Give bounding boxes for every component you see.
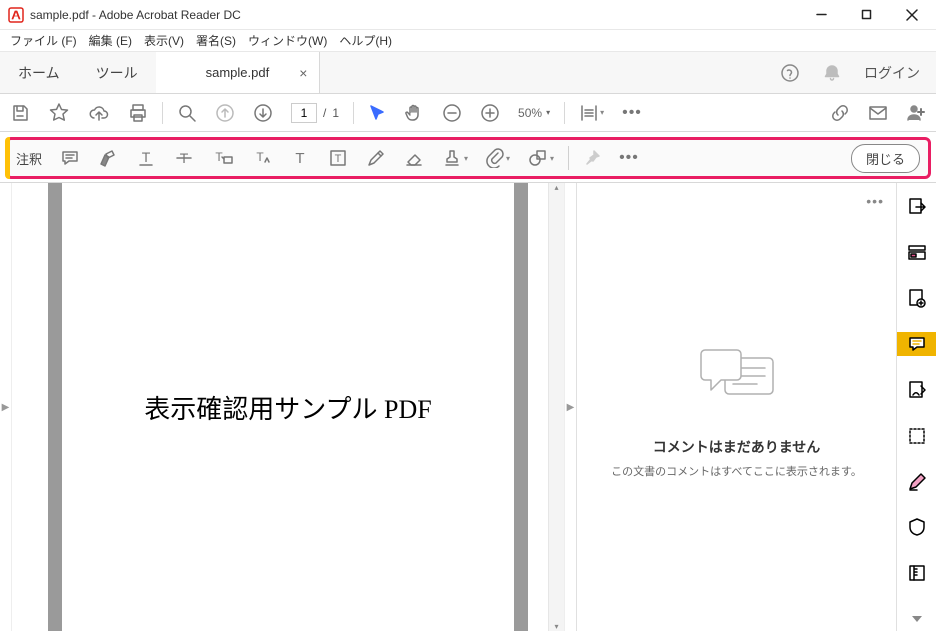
- vertical-scrollbar[interactable]: [548, 183, 564, 631]
- rail-expand-chevron-icon[interactable]: [897, 607, 936, 631]
- right-panel-toggle[interactable]: ▶: [564, 183, 576, 631]
- zoom-out-icon[interactable]: [442, 103, 462, 123]
- rail-organize-icon[interactable]: [897, 241, 936, 265]
- find-icon[interactable]: [177, 103, 197, 123]
- share-link-icon[interactable]: [830, 103, 850, 123]
- pdf-page: 表示確認用サンプル PDF: [48, 183, 528, 631]
- document-pane: ▶ 表示確認用サンプル PDF ▶: [0, 183, 576, 631]
- sticky-note-icon[interactable]: [60, 148, 80, 168]
- left-panel-toggle[interactable]: ▶: [0, 183, 12, 631]
- rail-edit-pdf-icon[interactable]: [897, 470, 936, 494]
- strikethrough-text-icon[interactable]: T: [174, 148, 194, 168]
- tab-tools[interactable]: ツール: [78, 52, 156, 93]
- document-view[interactable]: 表示確認用サンプル PDF: [12, 183, 564, 631]
- rail-compress-icon[interactable]: [897, 561, 936, 585]
- menu-sign[interactable]: 署名(S): [190, 30, 242, 51]
- svg-text:T: T: [142, 149, 151, 165]
- menu-window[interactable]: ウィンドウ(W): [242, 30, 333, 51]
- stamp-icon[interactable]: [442, 148, 468, 168]
- comments-empty-subtitle: この文書のコメントはすべてここに表示されます。: [611, 463, 862, 479]
- comments-panel: ••• コメントはまだありません この文書のコメントはすべてここに表示されます。: [576, 183, 896, 631]
- cloud-upload-icon[interactable]: [88, 103, 110, 123]
- print-icon[interactable]: [128, 103, 148, 123]
- replace-text-icon[interactable]: T: [212, 148, 234, 168]
- right-tool-rail: [896, 183, 936, 631]
- window-titlebar: sample.pdf - Adobe Acrobat Reader DC: [0, 0, 936, 30]
- eraser-icon[interactable]: [404, 148, 424, 168]
- svg-text:T: T: [256, 150, 264, 164]
- selection-arrow-icon[interactable]: [368, 104, 386, 122]
- tab-bar: ホーム ツール sample.pdf × ログイン: [0, 52, 936, 94]
- document-tab-close-icon[interactable]: ×: [299, 65, 307, 81]
- insert-text-caret-icon[interactable]: T: [252, 148, 272, 168]
- zoom-in-icon[interactable]: [480, 103, 500, 123]
- svg-text:T: T: [335, 153, 342, 165]
- menu-view[interactable]: 表示(V): [138, 30, 190, 51]
- app-logo-icon: [8, 7, 24, 23]
- window-minimize-button[interactable]: [799, 0, 844, 29]
- rail-measure-icon[interactable]: [897, 424, 936, 448]
- more-tools-icon[interactable]: •••: [622, 104, 642, 122]
- window-maximize-button[interactable]: [844, 0, 889, 29]
- comments-panel-menu-icon[interactable]: •••: [866, 193, 884, 209]
- main-toolbar: / 1 50%▾ ▾ •••: [0, 94, 936, 132]
- highlight-marker-icon[interactable]: [98, 148, 118, 168]
- add-text-icon[interactable]: T: [290, 148, 310, 168]
- comments-empty-illustration-icon: [687, 336, 787, 421]
- tab-home[interactable]: ホーム: [0, 52, 78, 93]
- rail-export-pdf-icon[interactable]: [897, 195, 936, 219]
- page-current-input[interactable]: [291, 103, 317, 123]
- hand-pan-icon[interactable]: [404, 103, 424, 123]
- rail-fill-sign-icon[interactable]: [897, 378, 936, 402]
- drawing-shapes-icon[interactable]: [528, 148, 554, 168]
- menu-edit[interactable]: 編集 (E): [83, 30, 138, 51]
- attach-file-icon[interactable]: [486, 148, 510, 168]
- pencil-draw-icon[interactable]: [366, 148, 386, 168]
- fit-width-icon[interactable]: ▾: [579, 103, 604, 123]
- notifications-bell-icon[interactable]: [822, 63, 842, 83]
- window-close-button[interactable]: [889, 0, 934, 29]
- email-icon[interactable]: [868, 104, 888, 122]
- rail-comment-icon[interactable]: [897, 332, 936, 356]
- annotation-label: 注釈: [16, 149, 42, 168]
- text-box-icon[interactable]: T: [328, 148, 348, 168]
- annotation-close-button[interactable]: 閉じる: [851, 144, 920, 173]
- rail-protect-icon[interactable]: [897, 516, 936, 540]
- star-icon[interactable]: [48, 102, 70, 124]
- help-icon[interactable]: [780, 63, 800, 83]
- page-up-icon[interactable]: [215, 103, 235, 123]
- comments-empty-title: コメントはまだありません: [653, 437, 821, 457]
- document-tab[interactable]: sample.pdf ×: [156, 52, 321, 93]
- menu-help[interactable]: ヘルプ(H): [333, 30, 398, 51]
- annotation-toolbar: 注釈 T T T T T T ••• 閉じる: [5, 137, 931, 179]
- zoom-dropdown[interactable]: 50%▾: [518, 106, 550, 120]
- login-button[interactable]: ログイン: [864, 63, 920, 83]
- page-down-icon[interactable]: [253, 103, 273, 123]
- svg-text:T: T: [295, 150, 304, 167]
- window-title: sample.pdf - Adobe Acrobat Reader DC: [30, 8, 799, 22]
- page-sep: /: [323, 106, 326, 120]
- pin-icon[interactable]: [583, 149, 601, 167]
- annotation-more-icon[interactable]: •••: [619, 149, 639, 167]
- share-people-icon[interactable]: [906, 103, 926, 123]
- menu-bar: ファイル (F) 編集 (E) 表示(V) 署名(S) ウィンドウ(W) ヘルプ…: [0, 30, 936, 52]
- rail-create-pdf-icon[interactable]: [897, 287, 936, 311]
- document-tab-label: sample.pdf: [206, 65, 270, 80]
- main-area: ▶ 表示確認用サンプル PDF ▶ ••• コメントはまだありません この文書の…: [0, 183, 936, 631]
- page-total: 1: [332, 106, 339, 120]
- pdf-page-text: 表示確認用サンプル PDF: [144, 389, 431, 426]
- page-indicator: / 1: [291, 103, 339, 123]
- menu-file[interactable]: ファイル (F): [4, 30, 83, 51]
- save-icon[interactable]: [10, 103, 30, 123]
- underline-text-icon[interactable]: T: [136, 148, 156, 168]
